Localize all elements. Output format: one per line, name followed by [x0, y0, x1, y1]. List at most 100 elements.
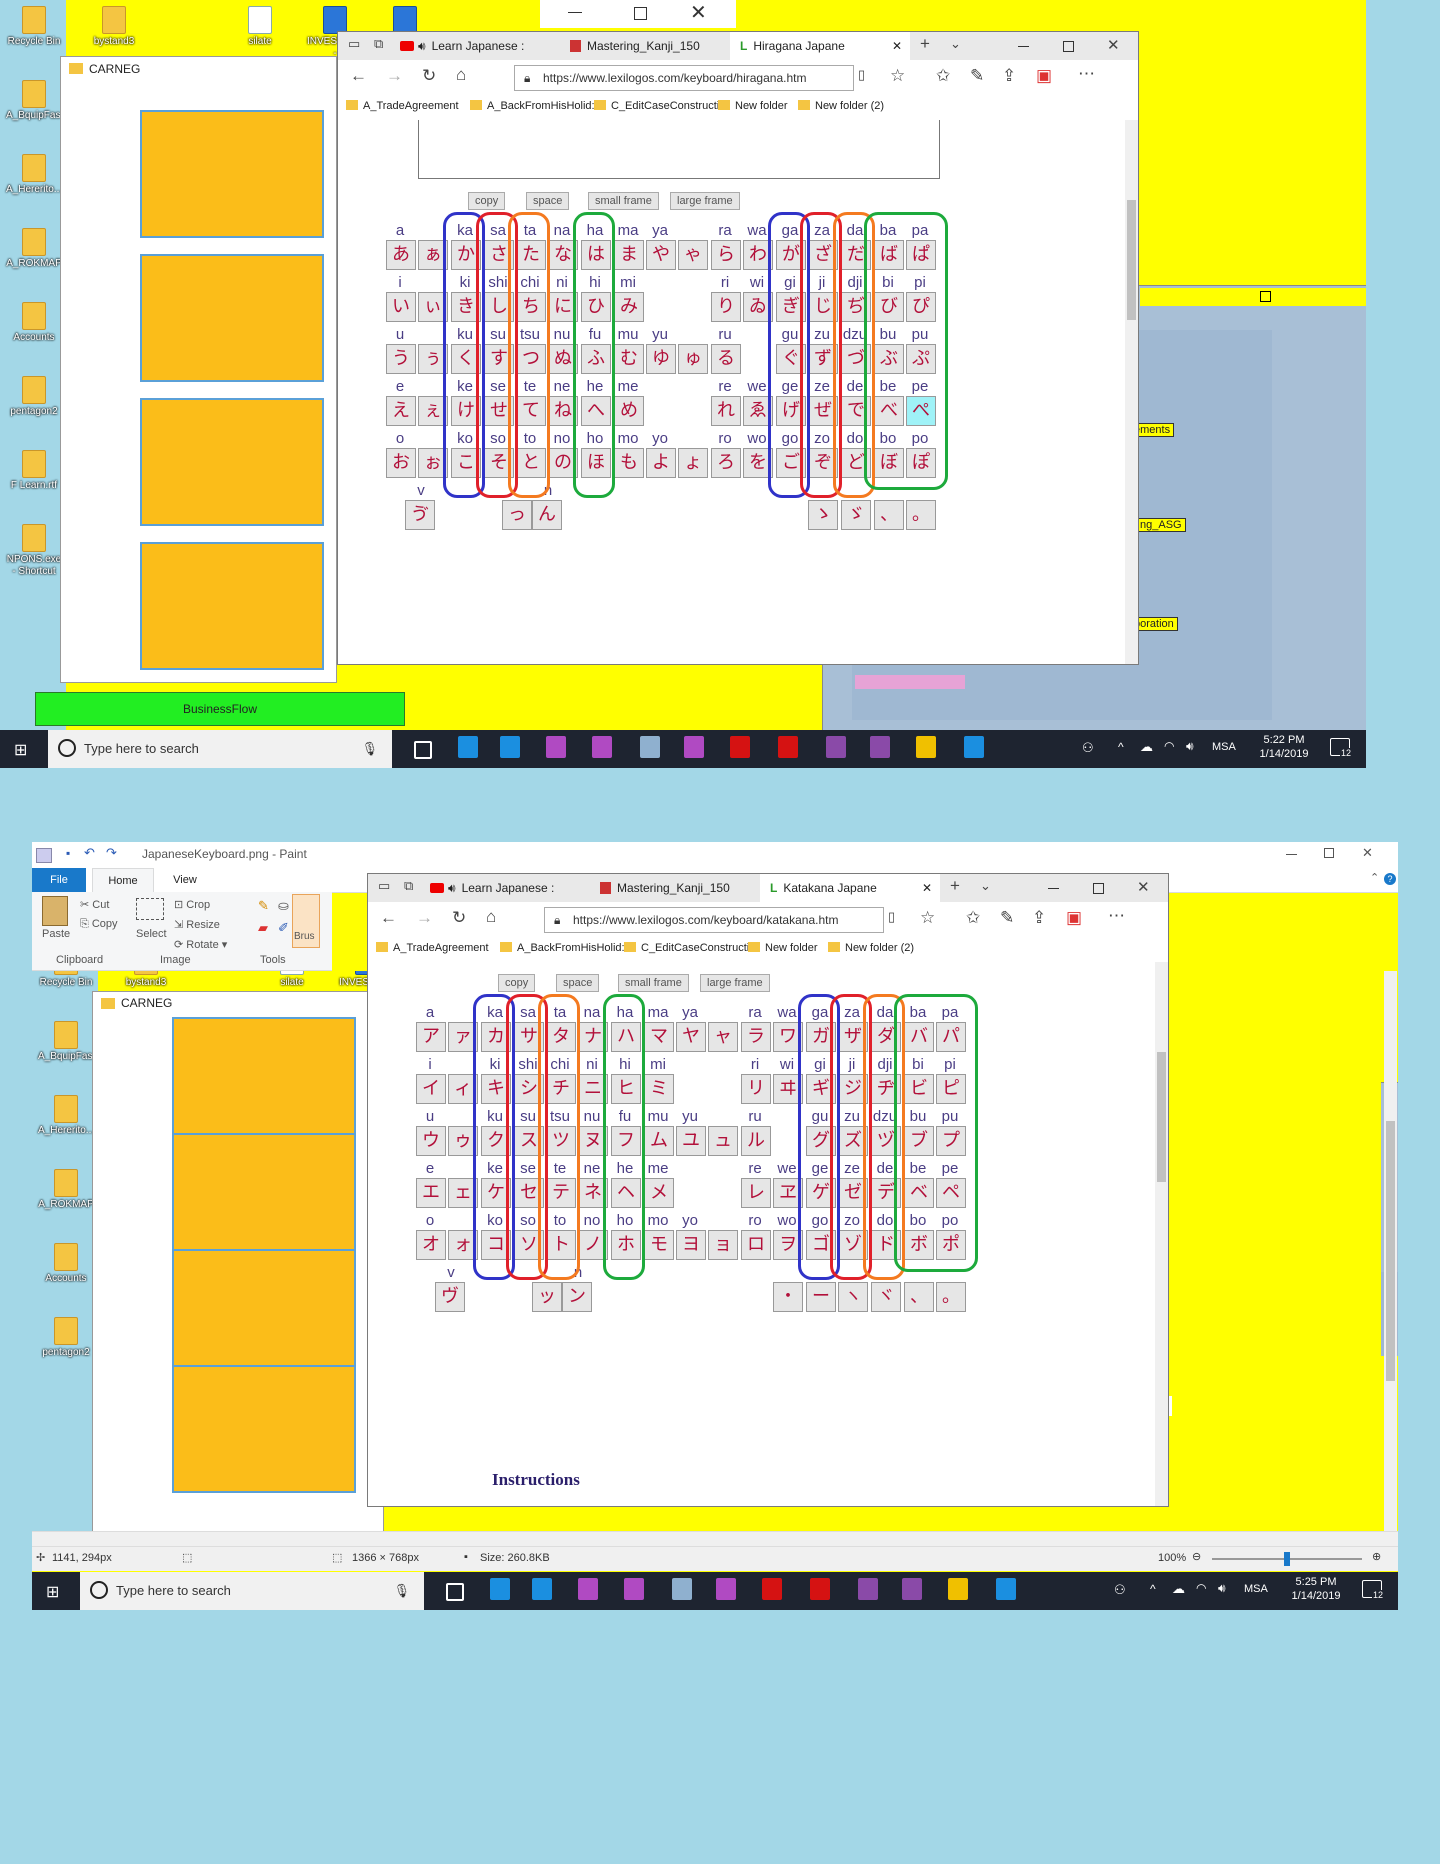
input-language[interactable]: MSA: [1244, 1583, 1268, 1595]
windows-start-icon[interactable]: ⊞: [14, 740, 27, 760]
share-icon[interactable]: ⇪: [1032, 908, 1046, 928]
kana-key[interactable]: み: [614, 292, 644, 322]
home-icon[interactable]: ⌂: [456, 65, 466, 85]
app-icon[interactable]: [716, 1578, 736, 1600]
kana-key[interactable]: ン: [562, 1282, 592, 1312]
home-icon[interactable]: ⌂: [486, 907, 496, 927]
fav-link[interactable]: A_TradeAgreement: [376, 942, 489, 954]
minimize-icon[interactable]: [1018, 46, 1029, 47]
maximize-icon[interactable]: [634, 7, 647, 20]
redo-icon[interactable]: ↷: [106, 845, 117, 861]
file-explorer-icon[interactable]: [916, 736, 936, 758]
volume-icon[interactable]: 🔊︎: [1218, 1581, 1226, 1596]
punct-key[interactable]: ヽ: [838, 1282, 868, 1312]
search-box[interactable]: Type here to search 🎙︎: [48, 730, 392, 768]
kana-key[interactable]: ゔ: [405, 500, 435, 530]
chevron-down-icon[interactable]: ⌄: [980, 878, 991, 894]
microphone-icon[interactable]: 🎙︎: [393, 1572, 410, 1610]
window-thumbnail[interactable]: [140, 398, 324, 526]
window-thumbnail[interactable]: [172, 1249, 356, 1377]
more-icon[interactable]: ⋯: [1078, 64, 1095, 84]
kana-key[interactable]: ゆ: [646, 344, 676, 374]
fav-link[interactable]: New folder (2): [828, 942, 914, 954]
kana-key[interactable]: ら: [711, 240, 741, 270]
kana-key[interactable]: ミ: [644, 1074, 674, 1104]
canvas-scrollbar-h[interactable]: [32, 1531, 1398, 1546]
app-icon[interactable]: [964, 736, 984, 758]
desktop-icon[interactable]: Recycle Bin: [38, 971, 94, 989]
scroll-thumb[interactable]: [1127, 200, 1136, 320]
desktop-icon[interactable]: A_ROKMAP: [6, 228, 62, 270]
window-thumbnail[interactable]: [140, 110, 324, 238]
kana-key[interactable]: オ: [416, 1230, 446, 1260]
forward-icon[interactable]: →: [386, 66, 403, 86]
resize-button[interactable]: ⇲ Resize: [174, 918, 220, 931]
back-icon[interactable]: ←: [350, 66, 367, 86]
app-icon[interactable]: [578, 1578, 598, 1600]
app-icon[interactable]: [546, 736, 566, 758]
reading-view-icon[interactable]: ▯: [888, 909, 895, 925]
brushes-button[interactable]: Brus: [292, 894, 320, 948]
scrollbar[interactable]: [1155, 962, 1168, 1506]
zoom-in-icon[interactable]: ⊕: [1372, 1550, 1381, 1563]
businessflow-bar[interactable]: BusinessFlow: [35, 692, 405, 726]
pen-icon[interactable]: ✎: [970, 66, 984, 86]
fav-link[interactable]: C_EditCaseConstructi: [624, 942, 749, 954]
chevron-up-icon[interactable]: ^: [1118, 740, 1124, 754]
save-icon[interactable]: ▪: [66, 846, 70, 860]
kana-key[interactable]: っ: [502, 500, 532, 530]
app-icon[interactable]: [730, 736, 750, 758]
kana-key[interactable]: モ: [644, 1230, 674, 1260]
app-icon[interactable]: [858, 1578, 878, 1600]
kana-key[interactable]: も: [614, 448, 644, 478]
file-tab[interactable]: File: [32, 868, 86, 892]
desktop-icon[interactable]: A_Hererito...: [38, 1095, 94, 1137]
small-frame-button[interactable]: small frame: [588, 192, 659, 210]
app-icon[interactable]: [640, 736, 660, 758]
kana-key[interactable]: ヤ: [676, 1022, 706, 1052]
kana-key[interactable]: め: [614, 396, 644, 426]
kana-key[interactable]: や: [646, 240, 676, 270]
canvas-scrollbar-v[interactable]: [1384, 971, 1397, 1531]
desktop-icon[interactable]: A_ROKMAP: [38, 1169, 94, 1211]
fav-link[interactable]: New folder (2): [798, 100, 884, 112]
zoom-thumb[interactable]: [1284, 1552, 1290, 1566]
kana-key[interactable]: ろ: [711, 448, 741, 478]
desktop-icon[interactable]: A_BquipFas...: [38, 1021, 101, 1063]
app-icon[interactable]: [762, 1578, 782, 1600]
tab-hiragana[interactable]: L Hiragana Japane ✕: [730, 32, 910, 60]
desktop-icon[interactable]: silate: [264, 971, 320, 989]
select-icon[interactable]: [136, 898, 164, 920]
kana-key[interactable]: ョ: [708, 1230, 738, 1260]
punct-key[interactable]: 。: [936, 1282, 966, 1312]
desktop-icon[interactable]: pentagon2: [6, 376, 62, 418]
kana-key[interactable]: ュ: [708, 1126, 738, 1156]
copy-button[interactable]: copy: [498, 974, 536, 992]
window-thumbnail[interactable]: [172, 1365, 356, 1493]
kana-key[interactable]: ゃ: [678, 240, 708, 270]
fav-link[interactable]: New folder: [748, 942, 818, 954]
star-icon[interactable]: ☆: [920, 908, 935, 928]
kana-key[interactable]: よ: [646, 448, 676, 478]
people-icon[interactable]: ⚇: [1082, 740, 1094, 756]
kana-key[interactable]: ロ: [741, 1230, 771, 1260]
desktop-icon[interactable]: NPONS.exe - Shortcut: [6, 524, 62, 578]
chat-app-icon[interactable]: [532, 1578, 552, 1600]
clock[interactable]: 5:22 PM 1/14/2019: [1248, 733, 1320, 761]
tab-actions-icon[interactable]: ▭: [348, 36, 360, 52]
scrollbar[interactable]: [1125, 120, 1138, 664]
small-frame-button[interactable]: small frame: [618, 974, 689, 992]
scroll-thumb[interactable]: [1157, 1052, 1166, 1182]
file-explorer-icon[interactable]: [948, 1578, 968, 1600]
zoom-out-icon[interactable]: ⊖: [1192, 1550, 1201, 1563]
extension-icon[interactable]: ▣: [1066, 908, 1082, 928]
space-button[interactable]: space: [526, 192, 570, 210]
windows-start-icon[interactable]: ⊞: [46, 1582, 59, 1602]
punct-key[interactable]: 、: [904, 1282, 934, 1312]
kana-key[interactable]: ッ: [532, 1282, 562, 1312]
microphone-icon[interactable]: 🎙︎: [361, 730, 378, 768]
minimize-icon[interactable]: [1048, 888, 1059, 889]
text-area[interactable]: [418, 120, 940, 179]
tab-preview-icon[interactable]: ⧉: [404, 878, 413, 894]
punct-key[interactable]: ゞ: [841, 500, 871, 530]
